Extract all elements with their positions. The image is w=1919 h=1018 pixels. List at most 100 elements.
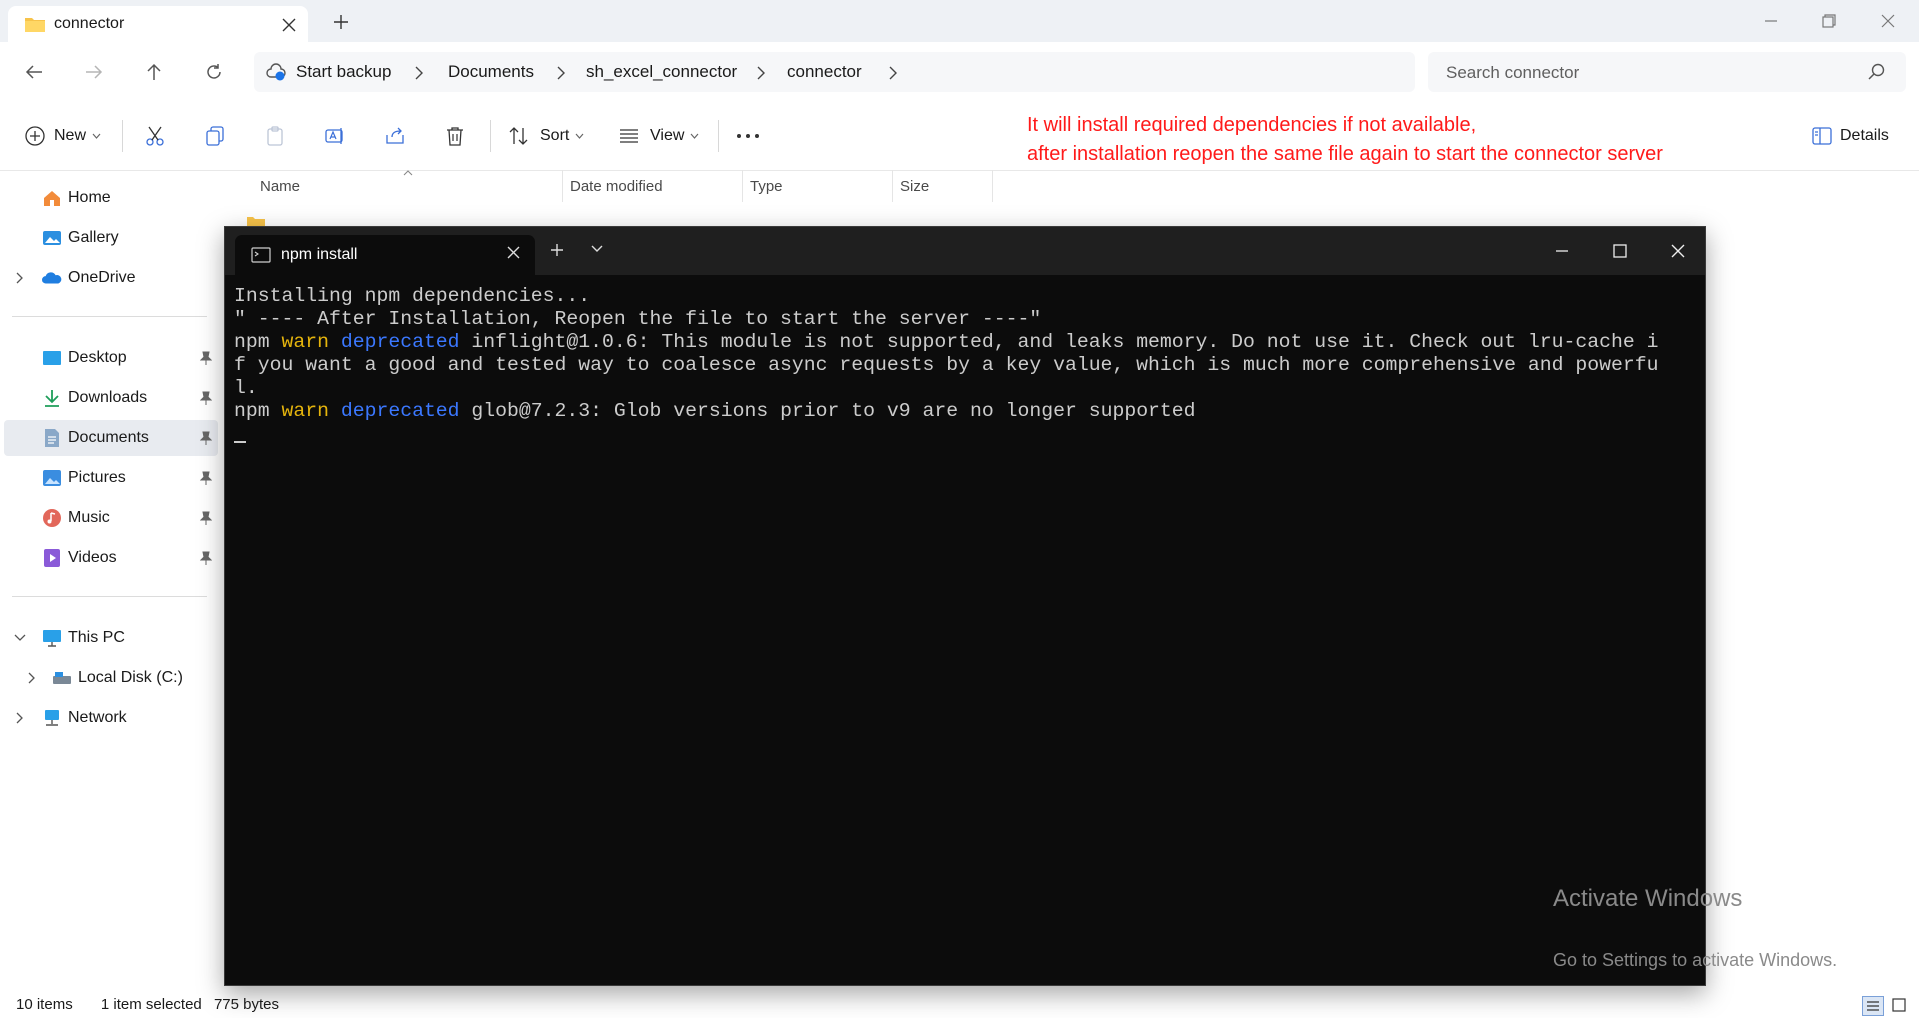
details-button[interactable]: Details [1812, 120, 1889, 152]
search-placeholder: Search connector [1446, 63, 1580, 82]
sidebar-item-gallery[interactable]: Gallery [0, 220, 218, 256]
refresh-icon[interactable] [198, 56, 230, 88]
terminal-tab[interactable]: npm install [235, 235, 535, 275]
file-row-folder-icon[interactable] [246, 216, 266, 226]
divider [490, 120, 491, 152]
new-tab-icon[interactable] [330, 11, 352, 33]
column-type[interactable]: Type [750, 178, 783, 195]
breadcrumb-start-backup[interactable]: Start backup [296, 62, 391, 82]
videos-icon [42, 548, 62, 568]
pin-icon[interactable] [200, 511, 212, 525]
pin-icon[interactable] [200, 471, 212, 485]
close-window-icon[interactable] [1665, 239, 1691, 263]
back-arrow-icon[interactable] [18, 56, 50, 88]
share-button[interactable] [384, 120, 406, 152]
chevron-right-icon[interactable] [886, 64, 900, 82]
deprecated-label: deprecated [340, 400, 460, 422]
explorer-tab[interactable]: connector [8, 6, 308, 42]
chevron-down-icon[interactable] [14, 634, 26, 641]
sidebar-item-home[interactable]: Home [0, 180, 218, 216]
terminal-title-bar[interactable]: npm install [225, 227, 1705, 275]
close-tab-icon[interactable] [507, 246, 520, 259]
forward-arrow-icon[interactable] [78, 56, 110, 88]
sidebar-item-this-pc[interactable]: This PC [0, 620, 218, 656]
column-divider[interactable] [992, 170, 993, 202]
tiles-view-icon[interactable] [1892, 998, 1906, 1012]
chevron-right-icon[interactable] [754, 64, 768, 82]
paste-button[interactable] [264, 120, 286, 152]
sidebar-item-label: Pictures [68, 469, 126, 486]
delete-button[interactable] [444, 120, 466, 152]
cut-button[interactable] [144, 120, 166, 152]
copy-button[interactable] [204, 120, 226, 152]
pin-icon[interactable] [200, 551, 212, 565]
minimize-icon[interactable] [1757, 8, 1785, 34]
clipboard-icon [264, 125, 286, 147]
column-divider[interactable] [892, 170, 893, 202]
chevron-down-icon [690, 133, 699, 139]
view-button[interactable]: View [618, 120, 699, 152]
chevron-down-icon [92, 133, 101, 139]
chevron-right-icon[interactable] [28, 672, 35, 684]
chevron-right-icon[interactable] [554, 64, 568, 82]
chevron-right-icon[interactable] [16, 712, 23, 724]
sort-ascending-icon [403, 170, 413, 176]
sidebar-item-pictures[interactable]: Pictures [0, 460, 218, 496]
close-tab-icon[interactable] [278, 14, 300, 36]
pin-icon[interactable] [200, 431, 212, 445]
explorer-tab-label: connector [54, 15, 125, 32]
address-row: Start backup Documents sh_excel_connecto… [0, 42, 1919, 100]
pin-icon[interactable] [200, 351, 212, 365]
search-box[interactable]: Search connector [1428, 52, 1906, 92]
activate-windows-subtitle: Go to Settings to activate Windows. [1553, 950, 1838, 970]
minimize-icon[interactable] [1549, 239, 1575, 263]
sort-button[interactable]: Sort [508, 120, 584, 152]
breadcrumb-sh-excel-connector[interactable]: sh_excel_connector [586, 62, 737, 82]
breadcrumb-connector[interactable]: connector [787, 62, 862, 82]
address-bar[interactable]: Start backup Documents sh_excel_connecto… [254, 52, 1415, 92]
search-icon[interactable] [1868, 63, 1886, 81]
chevron-right-icon[interactable] [16, 272, 23, 284]
terminal-output[interactable]: Installing npm dependencies... " ---- Aft… [234, 285, 1696, 450]
up-arrow-icon[interactable] [138, 56, 170, 88]
column-divider[interactable] [742, 170, 743, 202]
column-size[interactable]: Size [900, 178, 929, 195]
details-view-icon[interactable] [1862, 996, 1884, 1016]
column-name[interactable]: Name [260, 178, 300, 195]
sidebar-item-documents[interactable]: Documents [4, 420, 218, 456]
sidebar-item-local-disk[interactable]: Local Disk (C:) [0, 660, 218, 696]
restore-icon[interactable] [1815, 8, 1843, 34]
sidebar-item-videos[interactable]: Videos [0, 540, 218, 576]
more-options-button[interactable] [736, 120, 760, 152]
pin-icon[interactable] [200, 391, 212, 405]
sidebar-item-downloads[interactable]: Downloads [0, 380, 218, 416]
rename-button[interactable] [324, 120, 346, 152]
maximize-icon[interactable] [1607, 239, 1633, 263]
new-button[interactable]: New [24, 120, 101, 152]
deprecated-label: deprecated [340, 331, 460, 353]
divider [718, 120, 719, 152]
sidebar-item-onedrive[interactable]: OneDrive [0, 260, 218, 296]
music-icon [42, 508, 62, 528]
column-date-modified[interactable]: Date modified [570, 178, 663, 195]
view-button-label: View [650, 127, 685, 144]
sidebar-item-network[interactable]: Network [0, 700, 218, 736]
chevron-right-icon[interactable] [412, 64, 426, 82]
disk-icon [52, 668, 72, 688]
plus-circle-icon [24, 125, 46, 147]
console-line: npm warn deprecated glob@7.2.3: Glob ver… [234, 400, 1696, 423]
sort-icon [508, 125, 530, 147]
sidebar-divider [12, 596, 207, 597]
terminal-window[interactable]: npm install Installing npm dependencies.… [224, 226, 1706, 986]
new-tab-icon[interactable] [550, 243, 564, 257]
breadcrumb-documents[interactable]: Documents [448, 62, 534, 82]
trash-icon [444, 125, 466, 147]
console-line: Installing npm dependencies... [234, 285, 591, 307]
backup-cloud-icon [266, 62, 286, 82]
column-divider[interactable] [562, 170, 563, 202]
sidebar-item-desktop[interactable]: Desktop [0, 340, 218, 376]
folder-icon [24, 15, 46, 33]
close-window-icon[interactable] [1874, 8, 1902, 34]
sidebar-item-music[interactable]: Music [0, 500, 218, 536]
chevron-down-icon[interactable] [591, 245, 603, 253]
